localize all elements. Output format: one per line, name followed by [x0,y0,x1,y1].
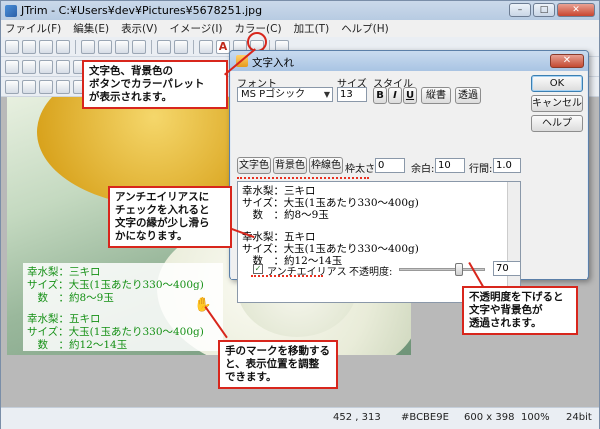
redo-icon[interactable] [174,39,188,54]
callout-antialias: アンチエイリアスに チェックを入れると 文字の縁が少し滑ら かになります。 [108,186,232,248]
preview-line [242,221,516,231]
title-bar: JTrim - C:¥Users¥dev¥Pictures¥5678251.jp… [1,1,599,20]
font-select[interactable]: MS Pゴシック ▼ [237,87,333,102]
opacity-label: 不透明度: [349,267,393,278]
tool-icon-10[interactable] [22,79,36,94]
tool-icon-12[interactable] [56,79,70,94]
underline-button[interactable]: U [403,87,417,104]
antialias-highlight [251,275,323,277]
ok-button[interactable]: OK [531,75,583,92]
window-title: JTrim - C:¥Users¥dev¥Pictures¥5678251.jp… [21,4,263,17]
tool-icon-2[interactable] [22,59,36,74]
app-icon [5,4,17,17]
callout-hand: 手のマークを移動する と、表示位置を調整 できます。 [218,340,338,389]
undo-icon[interactable] [157,39,171,54]
preview-scrollbar[interactable] [507,182,520,302]
vertical-writing-button[interactable]: 縦書 [421,87,451,104]
line-spacing-label: 行間: [469,164,493,175]
border-width-value: 0 [378,160,385,171]
dialog-title: 文字入れ [252,57,294,69]
paste-new-icon[interactable] [132,39,146,54]
text-tool-highlight-circle [247,32,267,52]
dialog-title-bar: 文字入れ ✕ [230,51,588,71]
bold-button[interactable]: B [373,87,387,104]
menu-file[interactable]: ファイル(F) [5,21,61,36]
opacity-input[interactable]: 70 [493,261,521,276]
text-input-area[interactable]: 幸水梨：三キロ サイズ：大玉(1玉あたり330～400g) 数 ：約8～9玉 幸… [237,181,521,303]
chevron-down-icon: ▼ [323,90,330,99]
line-spacing-input[interactable]: 1.0 [493,158,521,173]
overlay-line: 数 ：約8～9玉 [27,292,114,304]
text-a-icon[interactable]: A [216,39,230,54]
color-buttons-highlight [237,177,369,179]
menu-view[interactable]: 表示(V) [121,21,157,36]
new-file-icon[interactable] [5,39,19,54]
antialias-checkbox[interactable]: ✓ [253,264,263,274]
overlay-line: サイズ：大玉(1玉あたり330～400g) [27,279,204,291]
text-insert-dialog: 文字入れ ✕ フォント MS Pゴシック ▼ サイズ 13 スタイル B I U … [229,50,589,303]
status-bar: 452 , 313 #BCBE9E 600 x 398 100% 24bit [1,407,599,429]
border-color-button[interactable]: 枠線色 [309,157,343,174]
status-color: #BCBE9E [401,412,449,423]
status-dimensions: 600 x 398 [464,412,515,423]
opacity-slider-thumb[interactable] [455,263,463,276]
callout-color-buttons: 文字色、背景色の ボタンでカラーパレット が表示されます。 [82,60,228,109]
cut-icon[interactable] [81,39,95,54]
copy-icon[interactable] [98,39,112,54]
menu-image[interactable]: イメージ(I) [169,21,222,36]
margin-label: 余白: [411,164,435,175]
help-button[interactable]: ヘルプ [531,115,583,132]
callout-opacity: 不透明度を下げると 文字や背景色が 透過されます。 [462,286,578,335]
close-button[interactable]: ✕ [557,3,595,17]
status-coords: 452 , 313 [333,412,381,423]
preview-line: サイズ：大玉(1玉あたり330～400g) [242,243,419,255]
open-file-icon[interactable] [22,39,36,54]
print-icon[interactable] [56,39,70,54]
menu-process[interactable]: 加工(T) [294,21,330,36]
overlay-line: サイズ：大玉(1玉あたり330～400g) [27,326,204,338]
border-width-input[interactable]: 0 [375,158,405,173]
size-input[interactable]: 13 [337,87,367,102]
tool-icon-9[interactable] [5,79,19,94]
save-icon[interactable] [39,39,53,54]
tool-icon-3[interactable] [39,59,53,74]
cancel-button[interactable]: キャンセル [531,95,583,112]
preview-line: 幸水梨：三キロ [242,185,316,197]
minimize-button[interactable]: – [509,3,531,17]
preview-line: 数 ：約8～9玉 [242,209,329,221]
italic-button[interactable]: I [388,87,402,104]
preview-line: 幸水梨：五キロ [242,231,316,243]
menu-help[interactable]: ヘルプ(H) [341,21,389,36]
tool-icon-4[interactable] [56,59,70,74]
border-width-label: 枠太さ: [345,164,379,175]
margin-input[interactable]: 10 [435,158,465,173]
preview-line: サイズ：大玉(1玉あたり330～400g) [242,197,419,209]
bg-color-button[interactable]: 背景色 [273,157,307,174]
photo-text-overlay[interactable]: 幸水梨：三キロ サイズ：大玉(1玉あたり330～400g) 数 ：約8～9玉 幸… [23,263,223,351]
tool-icon-1[interactable] [5,59,19,74]
margin-value: 10 [438,160,451,171]
text-color-button[interactable]: 文字色 [237,157,271,174]
paste-icon[interactable] [115,39,129,54]
overlay-line: 幸水梨：五キロ [27,313,101,325]
overlay-line [27,305,219,313]
line-spacing-value: 1.0 [496,160,512,171]
status-zoom: 100% [521,412,550,423]
menu-bar: ファイル(F) 編集(E) 表示(V) イメージ(I) カラー(C) 加工(T)… [1,20,599,37]
overlay-line: 幸水梨：三キロ [27,266,101,278]
tool-icon-11[interactable] [39,79,53,94]
select-icon[interactable] [199,39,213,54]
dialog-close-button[interactable]: ✕ [550,54,584,68]
maximize-button[interactable]: □ [533,3,555,17]
size-value: 13 [340,89,353,100]
font-value: MS Pゴシック [241,89,306,100]
transparent-button[interactable]: 透過 [455,87,481,104]
opacity-value: 70 [496,263,509,274]
status-bits: 24bit [566,412,592,423]
overlay-line: 数 ：約12～14玉 [27,339,128,351]
menu-edit[interactable]: 編集(E) [73,21,109,36]
